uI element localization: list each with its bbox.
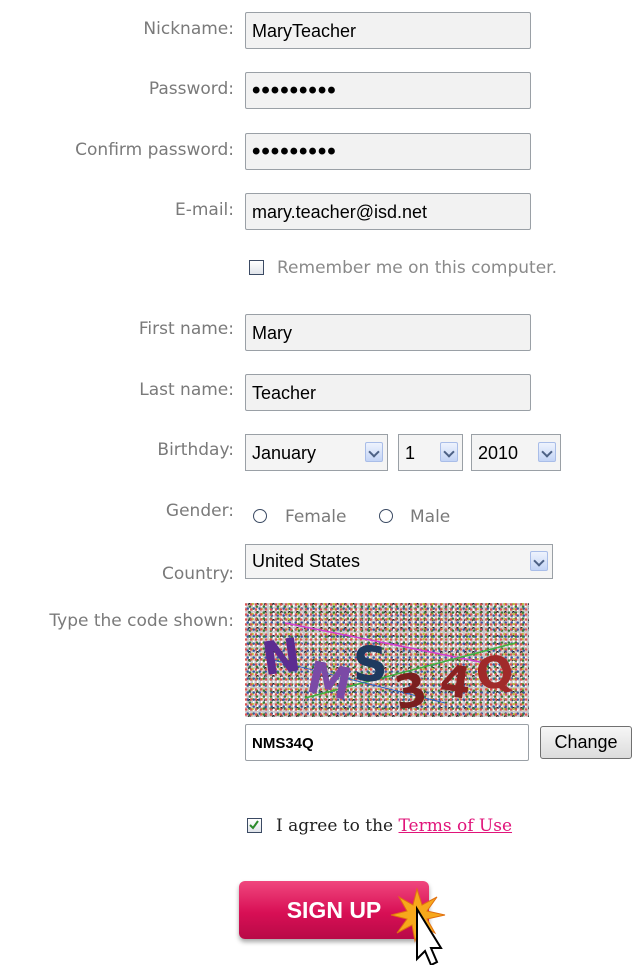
chevron-down-icon[interactable] [538,442,556,462]
chevron-down-icon[interactable] [530,551,548,571]
first-name-input[interactable]: Mary [245,314,531,351]
captcha-input[interactable]: NMS34Q [245,724,529,761]
gender-label: Gender: [165,501,234,521]
email-label: E-mail: [174,200,234,220]
terms-prefix: I agree to the [276,816,399,836]
svg-text:Q: Q [471,645,518,703]
birthday-year-select[interactable]: 2010 [471,434,561,471]
sign-up-label: SIGN UP [286,897,382,923]
remember-me-label: Remember me on this computer. [277,258,557,278]
chevron-down-icon[interactable] [440,442,458,462]
nickname-label: Nickname: [143,19,234,39]
svg-text:3: 3 [390,661,431,717]
svg-text:N: N [259,627,305,686]
svg-text:S: S [353,637,388,693]
terms-text: I agree to the Terms of Use [276,816,512,836]
nickname-input[interactable]: MaryTeacher [245,12,531,49]
country-select[interactable]: United States [245,544,553,579]
checkmark-icon [249,820,259,830]
svg-text:4: 4 [437,655,474,710]
remember-me-checkbox[interactable] [249,260,264,275]
country-label: Country: [161,564,234,584]
birthday-month-value: January [252,443,317,463]
gender-male-radio[interactable] [379,509,393,523]
first-name-label: First name: [138,319,234,339]
password-label: Password: [148,79,234,99]
captcha-image: N M S 3 4 Q [245,603,529,717]
birthday-day-value: 1 [405,443,416,463]
birthday-label: Birthday: [157,440,234,460]
cursor-click-icon [390,887,446,965]
captcha-glyphs: N M S 3 4 Q [259,622,518,717]
birthday-year-value: 2010 [478,443,519,463]
terms-of-use-link[interactable]: Terms of Use [399,816,513,836]
last-name-input[interactable]: Teacher [245,374,531,411]
birthday-day-select[interactable]: 1 [398,434,463,471]
country-value: United States [252,551,361,571]
gender-male-label: Male [410,507,451,527]
gender-female-label: Female [285,507,347,527]
captcha-change-button[interactable]: Change [540,726,632,759]
gender-female-radio[interactable] [253,509,267,523]
confirm-password-label: Confirm password: [75,140,234,160]
terms-checkbox[interactable] [247,818,262,833]
chevron-down-icon[interactable] [365,442,383,462]
email-input[interactable]: mary.teacher@isd.net [245,193,531,230]
last-name-label: Last name: [139,380,234,400]
password-input[interactable]: ••••••••• [245,72,531,109]
confirm-password-input[interactable]: ••••••••• [245,133,531,170]
birthday-month-select[interactable]: January [245,434,388,471]
svg-text:M: M [303,652,356,711]
captcha-label: Type the code shown: [49,611,234,631]
